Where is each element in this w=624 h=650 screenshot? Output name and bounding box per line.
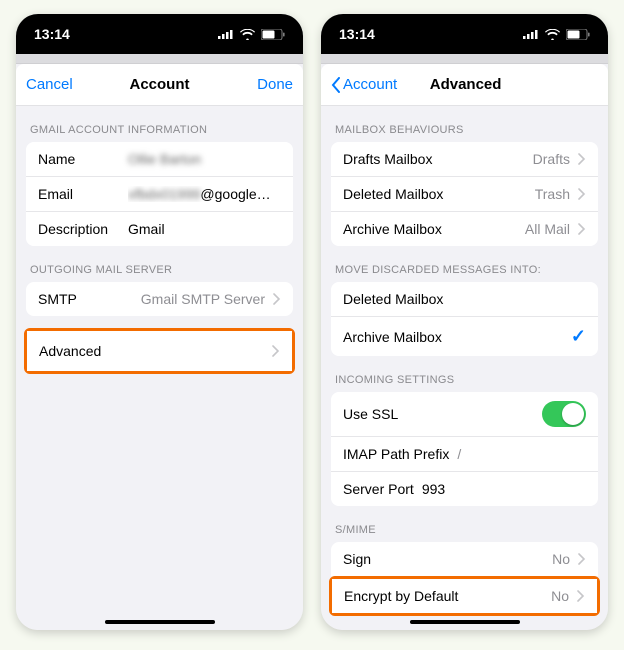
label-imap: IMAP Path Prefix [343,446,449,462]
status-icons [523,29,590,40]
navbar: Account Advanced [321,64,608,106]
back-button[interactable]: Account [331,76,397,93]
value-encrypt: No [551,588,569,604]
chevron-right-icon [272,345,280,357]
value-email-hidden: xfbdx01999 [128,186,200,202]
navbar: Cancel Account Done [16,64,303,106]
phone-account: 13:14 Cancel Account Done GMAIL ACCOUNT … [16,14,303,630]
content: MAILBOX BEHAVIOURS Drafts Mailbox Drafts… [321,106,608,630]
chevron-left-icon [331,77,341,93]
chevron-right-icon [273,293,281,305]
row-encrypt[interactable]: Encrypt by Default No [332,579,597,613]
toggle-ssl[interactable] [542,401,586,427]
status-time: 13:14 [339,26,375,42]
group-behaviours: Drafts Mailbox Drafts Deleted Mailbox Tr… [331,142,598,246]
page-title: Advanced [397,76,534,93]
section-header-smime: S/MIME [321,506,608,542]
battery-icon [566,29,590,40]
done-button[interactable]: Done [229,76,293,93]
value-sign: No [552,551,570,567]
status-time: 13:14 [34,26,70,42]
status-bar: 13:14 [16,14,303,54]
group-account-info: Name Ollie Barton Email xfbdx01999@googl… [26,142,293,246]
wifi-icon [240,29,255,40]
signal-icon [218,29,234,39]
row-imap-prefix[interactable]: IMAP Path Prefix / [331,437,598,472]
value-description: Gmail [128,221,281,237]
value-imap: / [457,446,586,462]
phone-advanced: 13:14 Account Advanced MAILBOX BEHAVIOUR… [321,14,608,630]
section-header-outgoing: OUTGOING MAIL SERVER [16,246,303,282]
home-indicator[interactable] [410,620,520,624]
section-header-incoming: INCOMING SETTINGS [321,356,608,392]
value-email: xfbdx01999@googlemail.com [128,186,281,202]
highlight-encrypt: Encrypt by Default No [329,576,600,616]
back-label: Account [343,76,397,93]
row-smtp[interactable]: SMTP Gmail SMTP Server [26,282,293,316]
group-discard: Deleted Mailbox Archive Mailbox ✓ [331,282,598,356]
row-drafts[interactable]: Drafts Mailbox Drafts [331,142,598,177]
page-title: Account [90,76,229,93]
sheet-backdrop [16,54,303,64]
row-discard-archive[interactable]: Archive Mailbox ✓ [331,317,598,356]
group-smime-sign: Sign No [331,542,598,576]
label-email: Email [38,186,128,202]
wifi-icon [545,29,560,40]
value-archive: All Mail [525,221,570,237]
highlight-advanced: Advanced [24,328,295,374]
label-ssl: Use SSL [343,406,542,422]
row-server-port[interactable]: Server Port 993 [331,472,598,506]
label-advanced: Advanced [39,343,264,359]
value-smtp: Gmail SMTP Server [141,291,265,307]
label-name: Name [38,151,128,167]
row-archive[interactable]: Archive Mailbox All Mail [331,212,598,246]
value-email-domain: @googlemail.com [200,186,281,202]
value-deleted: Trash [535,186,570,202]
value-port: 993 [422,481,586,497]
value-name: Ollie Barton [128,151,281,167]
section-header-behaviours: MAILBOX BEHAVIOURS [321,106,608,142]
label-sign: Sign [343,551,552,567]
label-drafts: Drafts Mailbox [343,151,533,167]
label-discard-deleted: Deleted Mailbox [343,291,586,307]
row-deleted[interactable]: Deleted Mailbox Trash [331,177,598,212]
label-encrypt: Encrypt by Default [344,588,551,604]
chevron-right-icon [578,223,586,235]
row-discard-deleted[interactable]: Deleted Mailbox [331,282,598,317]
row-email[interactable]: Email xfbdx01999@googlemail.com [26,177,293,212]
home-indicator[interactable] [105,620,215,624]
label-discard-archive: Archive Mailbox [343,329,571,345]
checkmark-icon: ✓ [571,326,586,347]
group-incoming: Use SSL IMAP Path Prefix / Server Port 9… [331,392,598,506]
label-smtp: SMTP [38,291,141,307]
chevron-right-icon [577,590,585,602]
status-bar: 13:14 [321,14,608,54]
battery-icon [261,29,285,40]
chevron-right-icon [578,188,586,200]
signal-icon [523,29,539,39]
section-header-info: GMAIL ACCOUNT INFORMATION [16,106,303,142]
status-icons [218,29,285,40]
label-port: Server Port [343,481,414,497]
chevron-right-icon [578,553,586,565]
label-deleted: Deleted Mailbox [343,186,535,202]
section-header-discard: MOVE DISCARDED MESSAGES INTO: [321,246,608,282]
cancel-button[interactable]: Cancel [26,76,90,93]
group-outgoing: SMTP Gmail SMTP Server [26,282,293,316]
row-description[interactable]: Description Gmail [26,212,293,246]
label-description: Description [38,221,128,237]
content: GMAIL ACCOUNT INFORMATION Name Ollie Bar… [16,106,303,630]
sheet-backdrop [321,54,608,64]
chevron-right-icon [578,153,586,165]
row-advanced[interactable]: Advanced [27,331,292,371]
row-sign[interactable]: Sign No [331,542,598,576]
value-drafts: Drafts [533,151,570,167]
label-archive: Archive Mailbox [343,221,525,237]
row-name[interactable]: Name Ollie Barton [26,142,293,177]
row-ssl[interactable]: Use SSL [331,392,598,437]
